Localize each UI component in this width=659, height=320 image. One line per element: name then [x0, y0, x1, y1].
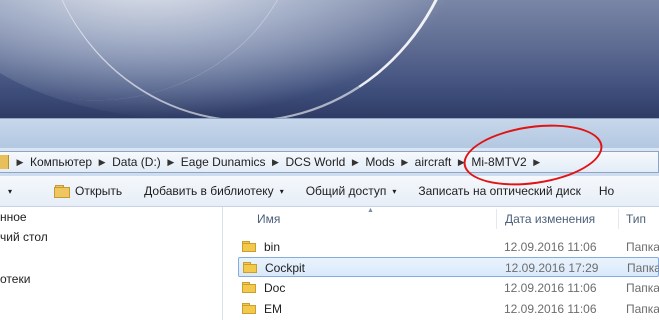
organize-button[interactable]: ▾: [0, 179, 20, 203]
chevron-right-icon[interactable]: ▶: [348, 157, 362, 168]
nav-item-desktop[interactable]: чий стол: [0, 230, 48, 244]
file-name[interactable]: Cockpit: [265, 261, 305, 275]
chevron-right-icon[interactable]: ▶: [530, 157, 544, 168]
open-button-label: Открыть: [75, 184, 123, 198]
address-bar: ▶ Компьютер ▶ Data (D:) ▶ Eage Dunamics …: [0, 148, 659, 176]
burn-disc-label: Записать на оптический диск: [418, 184, 581, 198]
open-button[interactable]: Открыть: [46, 179, 130, 203]
file-type: Папка: [626, 281, 659, 295]
folder-icon: [243, 262, 257, 273]
column-header-type[interactable]: Тип: [626, 207, 646, 231]
breadcrumb-computer[interactable]: Компьютер ▶: [27, 152, 109, 172]
file-date: 12.09.2016 11:06: [504, 281, 597, 295]
folder-icon: [242, 241, 256, 252]
table-row[interactable]: EM 12.09.2016 11:06 Папка: [238, 299, 659, 319]
file-name[interactable]: bin: [264, 240, 280, 254]
nav-item-favorites[interactable]: нное: [0, 210, 27, 224]
column-header-date[interactable]: Дата изменения: [505, 207, 595, 231]
file-list: ▲ Имя Дата изменения Тип bin 12.09.2016 …: [223, 207, 659, 320]
folder-icon: [0, 155, 9, 169]
file-name[interactable]: EM: [264, 302, 282, 316]
command-toolbar: ▾ Открыть Добавить в библиотеку ▾ Общий …: [0, 176, 659, 207]
table-row[interactable]: bin 12.09.2016 11:06 Папка: [238, 237, 659, 257]
file-type: Папка: [626, 240, 659, 254]
chevron-right-icon[interactable]: ▶: [13, 157, 27, 168]
breadcrumb-vendor[interactable]: Eage Dunamics ▶: [178, 152, 283, 172]
navigation-pane: нное чий стол отеки: [0, 207, 223, 320]
table-row[interactable]: Cockpit 12.09.2016 17:29 Папка: [238, 257, 659, 277]
folder-icon: [242, 282, 256, 293]
chevron-right-icon[interactable]: ▶: [398, 157, 412, 168]
file-date: 12.09.2016 11:06: [504, 302, 597, 316]
dropdown-arrow-icon: ▾: [8, 186, 13, 196]
burn-disc-button[interactable]: Записать на оптический диск: [410, 179, 589, 203]
file-date: 12.09.2016 17:29: [505, 261, 599, 275]
file-date: 12.09.2016 11:06: [504, 240, 597, 254]
breadcrumb-dcs-world[interactable]: DCS World ▶: [283, 152, 363, 172]
new-folder-button[interactable]: Но: [591, 179, 622, 203]
window-titlebar: [0, 118, 659, 149]
file-type: Папка: [626, 302, 659, 316]
breadcrumb-drive[interactable]: Data (D:) ▶: [109, 152, 178, 172]
file-type: Папка: [627, 261, 659, 275]
dropdown-arrow-icon: ▾: [279, 186, 284, 196]
column-divider[interactable]: [496, 209, 497, 229]
share-label: Общий доступ: [305, 184, 387, 198]
add-to-library-button[interactable]: Добавить в библиотеку ▾: [136, 179, 292, 203]
explorer-window: ▶ Компьютер ▶ Data (D:) ▶ Eage Dunamics …: [0, 118, 659, 320]
table-row[interactable]: Doc 12.09.2016 11:06 Папка: [238, 278, 659, 298]
column-divider[interactable]: [618, 209, 619, 229]
breadcrumb-mi8[interactable]: Mi-8MTV2 ▶: [468, 152, 543, 172]
column-header-name[interactable]: Имя: [257, 207, 280, 231]
chevron-right-icon[interactable]: ▶: [95, 157, 109, 168]
nav-item-libraries[interactable]: отеки: [0, 272, 30, 286]
address-box[interactable]: ▶ Компьютер ▶ Data (D:) ▶ Eage Dunamics …: [0, 151, 659, 173]
file-name[interactable]: Doc: [264, 281, 285, 295]
add-to-library-label: Добавить в библиотеку: [144, 184, 274, 198]
chevron-right-icon[interactable]: ▶: [269, 157, 283, 168]
folder-icon: [242, 303, 256, 314]
open-folder-icon: [54, 184, 71, 198]
chevron-right-icon[interactable]: ▶: [454, 157, 468, 168]
breadcrumb-mods[interactable]: Mods ▶: [362, 152, 411, 172]
breadcrumb-aircraft[interactable]: aircraft ▶: [412, 152, 469, 172]
share-button[interactable]: Общий доступ ▾: [298, 179, 405, 203]
sort-up-icon: ▲: [367, 207, 374, 214]
dropdown-arrow-icon: ▾: [392, 186, 397, 196]
new-folder-label: Но: [598, 184, 615, 198]
desktop-wallpaper: [0, 0, 659, 120]
breadcrumb[interactable]: ▶: [13, 152, 27, 172]
chevron-right-icon[interactable]: ▶: [164, 157, 178, 168]
